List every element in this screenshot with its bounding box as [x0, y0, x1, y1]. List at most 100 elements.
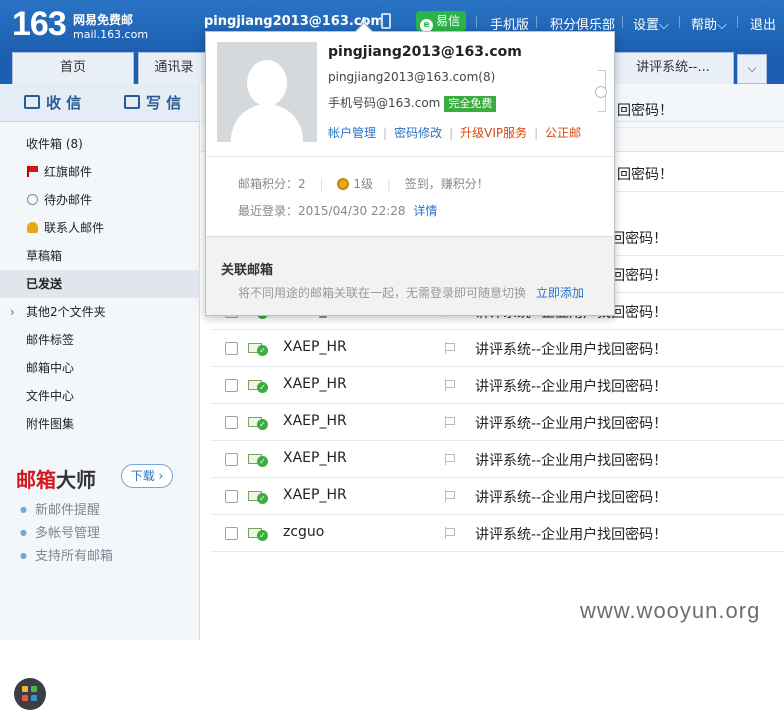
- avatar-head: [247, 60, 287, 106]
- row-checkbox[interactable]: [225, 379, 238, 392]
- sidebar-item-mailbox-center[interactable]: 邮箱中心: [0, 354, 200, 382]
- flag-toggle-icon[interactable]: [445, 379, 455, 391]
- read-mail-icon: [248, 528, 268, 541]
- notary-mail-link[interactable]: 公正邮: [545, 126, 581, 140]
- tab-contacts[interactable]: 通讯录: [138, 52, 210, 84]
- sidebar-item-other-folders[interactable]: › 其他2个文件夹: [0, 298, 200, 326]
- associated-mailbox-section: 关联邮箱 将不同用途的邮箱关联在一起，无需登录即可随意切换 立即添加: [206, 236, 614, 315]
- sidebar-item-label: 其他2个文件夹: [26, 305, 106, 319]
- logout-link[interactable]: 退出: [750, 14, 776, 33]
- person-icon: [27, 222, 38, 233]
- promo-item: 新邮件提醒: [20, 499, 100, 518]
- sidebar-item-file-center[interactable]: 文件中心: [0, 382, 200, 410]
- popup-divider: [206, 156, 614, 157]
- change-password-link[interactable]: 密码修改: [394, 126, 442, 140]
- flag-toggle-icon[interactable]: [445, 490, 455, 502]
- apps-grid-icon: [22, 695, 28, 701]
- popup-phone-alias-row: 手机号码@163.com 完全免费: [328, 94, 497, 112]
- mail-row[interactable]: XAEP_HR 讲评系统--企业用户找回密码！: [211, 367, 784, 404]
- account-name[interactable]: pingjiang2013@163.com: [204, 14, 384, 29]
- popup-stats: 邮箱积分：2 | 1级 | 签到，赚积分！: [238, 175, 489, 192]
- avatar-body: [231, 104, 303, 142]
- sidebar-item-flagged[interactable]: 红旗邮件: [0, 158, 200, 186]
- row-checkbox[interactable]: [225, 453, 238, 466]
- flag-toggle-icon[interactable]: [445, 453, 455, 465]
- link-chain-icon[interactable]: [595, 86, 607, 98]
- sidebar-item-label: 待办邮件: [44, 193, 93, 207]
- settings-label: 设置: [633, 18, 660, 33]
- login-details-link[interactable]: 详情: [413, 204, 437, 218]
- flag-toggle-icon[interactable]: [445, 342, 455, 354]
- popup-email: pingjiang2013@163.com: [328, 44, 522, 60]
- account-management-link[interactable]: 帐户管理: [328, 126, 376, 140]
- sidebar-item-sent[interactable]: 已发送: [0, 270, 200, 298]
- mail-subject[interactable]: 讲评系统--企业用户找回密码！: [475, 376, 667, 396]
- mail-row[interactable]: XAEP_HR 讲评系统--企业用户找回密码！: [211, 441, 784, 478]
- tabs-more-button[interactable]: ⌵: [737, 54, 767, 84]
- coin-icon: [337, 178, 350, 190]
- row-checkbox[interactable]: [225, 527, 238, 540]
- read-mail-icon: [248, 491, 268, 504]
- clock-icon: [27, 194, 38, 205]
- mail-row[interactable]: XAEP_HR 讲评系统--企业用户找回密码！: [211, 330, 784, 367]
- chevron-down-icon: ⌵: [717, 18, 727, 33]
- mail-row[interactable]: XAEP_HR 讲评系统--企业用户找回密码！: [211, 404, 784, 441]
- mail-row[interactable]: zcguo 讲评系统--企业用户找回密码！: [211, 515, 784, 552]
- promo-download-button[interactable]: 下载 ›: [121, 464, 173, 488]
- level-text[interactable]: 1级: [353, 177, 373, 191]
- associated-mailbox-desc: 将不同用途的邮箱关联在一起，无需登录即可随意切换: [238, 286, 527, 300]
- row-checkbox[interactable]: [225, 416, 238, 429]
- read-mail-icon: [248, 343, 268, 356]
- associated-mailbox-title: 关联邮箱: [221, 263, 274, 278]
- sidebar-item-tags[interactable]: 邮件标签: [0, 326, 200, 354]
- mail-subject[interactable]: 回密码！: [617, 164, 673, 184]
- read-mail-icon: [248, 417, 268, 430]
- mail-sender: zcguo: [283, 524, 325, 540]
- mail-subject[interactable]: 讲评系统--企业用户找回密码！: [475, 524, 667, 544]
- divider: [737, 16, 738, 28]
- mail-subject[interactable]: 讲评系统--企业用户找回密码！: [475, 450, 667, 470]
- upgrade-vip-link[interactable]: 升级VIP服务: [460, 126, 527, 140]
- sidebar-item-attachments[interactable]: 附件图集: [0, 410, 200, 438]
- popup-links: 帐户管理 | 密码修改 | 升级VIP服务 | 公正邮: [328, 124, 581, 141]
- mail-subject[interactable]: 讲评系统--企业用户找回密码！: [475, 487, 667, 507]
- promo-title[interactable]: 邮箱大师: [16, 464, 96, 493]
- watermark: www.wooyun.org: [580, 598, 761, 623]
- points-text: 邮箱积分：2: [238, 177, 306, 191]
- sidebar: 收 信 写 信 收件箱 (8) 红旗邮件 待办邮件 联系人邮件 草稿箱 已发送 …: [0, 84, 200, 710]
- help-link[interactable]: 帮助⌵: [691, 14, 727, 33]
- mail-subject[interactable]: 讲评系统--企业用户找回密码！: [475, 339, 667, 359]
- sidebar-item-label: 联系人邮件: [44, 221, 105, 235]
- link-separator: |: [449, 126, 454, 140]
- apps-grid-button[interactable]: [14, 678, 46, 710]
- divider: [679, 16, 680, 28]
- tab-home[interactable]: 首页: [12, 52, 134, 84]
- flag-toggle-icon[interactable]: [445, 416, 455, 428]
- promo-title-red: 邮箱: [16, 468, 56, 492]
- logo-163[interactable]: 163: [12, 5, 67, 44]
- signin-link[interactable]: 签到，赚积分！: [405, 177, 489, 191]
- yixin-button[interactable]: e 易信: [416, 11, 467, 32]
- row-checkbox[interactable]: [225, 342, 238, 355]
- phone-icon[interactable]: [381, 13, 391, 29]
- link-separator: |: [534, 126, 539, 140]
- add-associated-mailbox-link[interactable]: 立即添加: [536, 284, 584, 301]
- receive-label: 收 信: [46, 94, 82, 112]
- apps-grid-icon: [31, 695, 37, 701]
- row-checkbox[interactable]: [225, 490, 238, 503]
- logo-domain: mail.163.com: [73, 28, 149, 41]
- flag-toggle-icon[interactable]: [445, 527, 455, 539]
- mail-row[interactable]: XAEP_HR 讲评系统--企业用户找回密码！: [211, 478, 784, 515]
- sidebar-item-todo[interactable]: 待办邮件: [0, 186, 200, 214]
- mail-subject[interactable]: 回密码！: [617, 100, 673, 120]
- sidebar-item-inbox[interactable]: 收件箱 (8): [0, 130, 200, 158]
- settings-link[interactable]: 设置⌵: [633, 14, 669, 33]
- receive-button[interactable]: 收 信: [24, 92, 81, 113]
- compose-button[interactable]: 写 信: [124, 92, 181, 113]
- sidebar-item-drafts[interactable]: 草稿箱: [0, 242, 200, 270]
- mail-subject[interactable]: 讲评系统--企业用户找回密码！: [475, 413, 667, 433]
- pencil-icon: [124, 95, 140, 109]
- sidebar-item-contacts-mail[interactable]: 联系人邮件: [0, 214, 200, 242]
- tab-mail[interactable]: 讲评系统--...: [612, 52, 734, 84]
- avatar[interactable]: [217, 42, 317, 142]
